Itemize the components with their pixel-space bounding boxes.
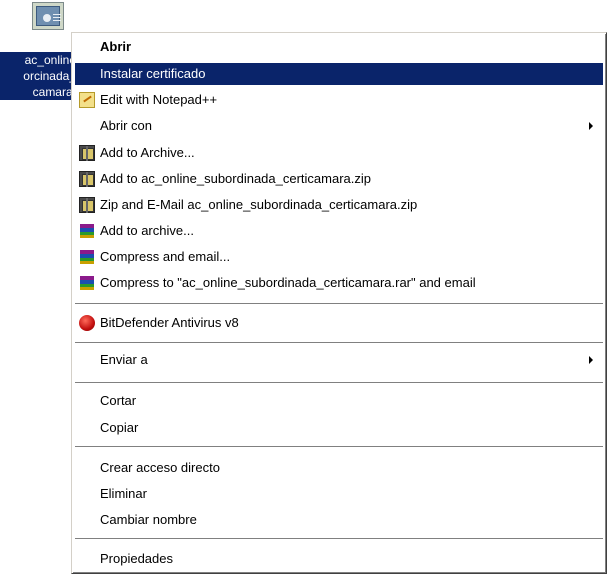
- menu-item-add-to-zip[interactable]: Add to ac_online_subordinada_certicamara…: [75, 168, 603, 190]
- menu-item-label: BitDefender Antivirus v8: [100, 315, 239, 330]
- menu-item-label: Cortar: [100, 393, 137, 408]
- menu-item-label: Compress and email...: [100, 249, 231, 264]
- file-label-line-3: camara.: [32, 85, 76, 99]
- menu-item-abrir[interactable]: Abrir: [75, 36, 603, 58]
- menu-item-edit-notepad[interactable]: Edit with Notepad++: [75, 89, 603, 111]
- menu-item-bitdefender[interactable]: BitDefender Antivirus v8: [75, 312, 603, 334]
- submenu-arrow-icon: [589, 356, 593, 364]
- menu-item-label: Crear acceso directo: [100, 460, 220, 475]
- menu-item-label: Edit with Notepad++: [100, 92, 218, 107]
- menu-item-label: Eliminar: [100, 486, 147, 501]
- menu-item-enviar-a[interactable]: Enviar a: [75, 349, 603, 371]
- menu-separator: [75, 538, 603, 540]
- menu-item-label: Abrir con: [100, 118, 153, 133]
- winrar-icon: [79, 223, 95, 239]
- file-label-line-1: ac_online: [24, 53, 76, 67]
- winrar-icon: [79, 275, 95, 291]
- submenu-arrow-icon: [589, 122, 593, 130]
- menu-item-cambiar-nombre[interactable]: Cambiar nombre: [75, 509, 603, 531]
- menu-item-eliminar[interactable]: Eliminar: [75, 483, 603, 505]
- menu-item-copiar[interactable]: Copiar: [75, 417, 603, 439]
- menu-item-add-to-archive-rar[interactable]: Add to archive...: [75, 220, 603, 242]
- menu-item-compress-and-email[interactable]: Compress and email...: [75, 246, 603, 268]
- menu-item-propiedades[interactable]: Propiedades: [75, 548, 603, 570]
- winzip-icon: [79, 145, 95, 161]
- menu-item-label: Abrir: [100, 39, 132, 54]
- menu-item-label: Compress to "ac_online_subordinada_certi…: [100, 275, 476, 290]
- menu-item-cortar[interactable]: Cortar: [75, 390, 603, 412]
- menu-item-label: Enviar a: [100, 352, 148, 367]
- menu-separator: [75, 342, 603, 344]
- file-label-line-2: orcinada_: [23, 69, 76, 83]
- menu-separator: [75, 303, 603, 305]
- menu-item-instalar-certificado[interactable]: Instalar certificado: [75, 63, 603, 85]
- menu-item-crear-acceso-directo[interactable]: Crear acceso directo: [75, 457, 603, 479]
- menu-item-zip-and-email[interactable]: Zip and E-Mail ac_online_subordinada_cer…: [75, 194, 603, 216]
- menu-item-label: Add to ac_online_subordinada_certicamara…: [100, 171, 372, 186]
- menu-item-label: Instalar certificado: [100, 66, 206, 81]
- menu-separator: [75, 446, 603, 448]
- winrar-icon: [79, 249, 95, 265]
- desktop-file-label: ac_online orcinada_ camara.: [0, 52, 78, 100]
- notepad-plus-icon: [79, 92, 95, 108]
- certificate-icon: [32, 2, 64, 30]
- winzip-icon: [79, 197, 95, 213]
- winzip-icon: [79, 171, 95, 187]
- menu-item-label: Cambiar nombre: [100, 512, 197, 527]
- context-menu: Abrir Instalar certificado Edit with Not…: [71, 32, 607, 574]
- menu-item-label: Add to archive...: [100, 223, 194, 238]
- menu-separator: [75, 382, 603, 384]
- menu-item-label: Propiedades: [100, 551, 173, 566]
- bitdefender-icon: [79, 315, 95, 331]
- menu-item-add-to-archive-zip[interactable]: Add to Archive...: [75, 142, 603, 164]
- menu-item-label: Copiar: [100, 420, 139, 435]
- desktop-file-icon[interactable]: ac_online orcinada_ camara.: [0, 0, 78, 118]
- menu-item-label: Zip and E-Mail ac_online_subordinada_cer…: [100, 197, 418, 212]
- menu-item-compress-to-rar-and-email[interactable]: Compress to "ac_online_subordinada_certi…: [75, 272, 603, 294]
- menu-item-label: Add to Archive...: [100, 145, 195, 160]
- menu-item-abrir-con[interactable]: Abrir con: [75, 115, 603, 137]
